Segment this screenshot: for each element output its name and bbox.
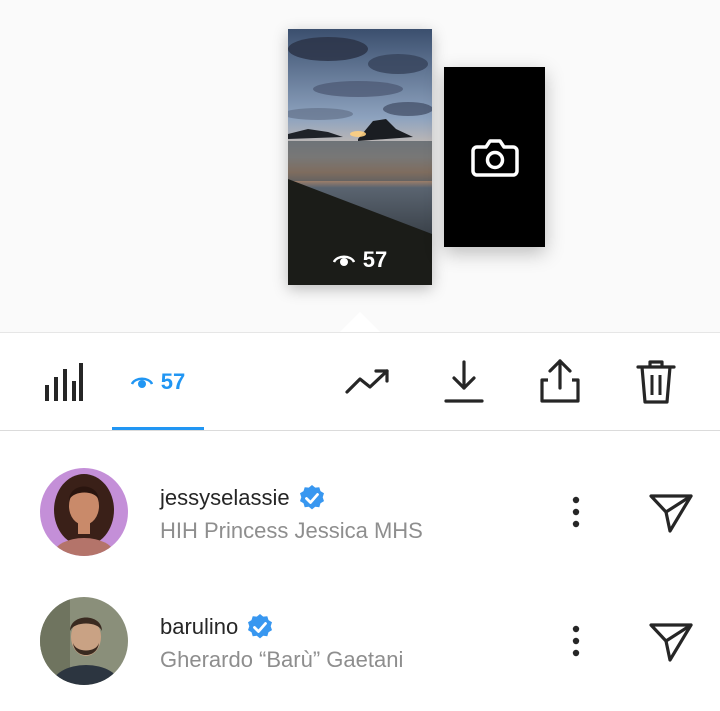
verified-badge-icon [299, 485, 324, 510]
send-icon [649, 494, 693, 533]
selection-pointer [339, 312, 381, 333]
username-row: jessyselassie [160, 484, 326, 512]
verified-badge-icon [248, 614, 273, 639]
more-options-button[interactable] [560, 621, 592, 661]
camera-icon [470, 139, 519, 177]
username[interactable]: barulino [160, 614, 238, 640]
viewer-row[interactable]: jessyselassie HIH Princess Jessica MHS [0, 454, 720, 582]
send-message-button[interactable] [646, 490, 696, 536]
more-vertical-icon [572, 625, 580, 657]
insights-icon [45, 363, 83, 401]
username[interactable]: jessyselassie [160, 485, 290, 511]
viewer-row[interactable]: barulino Gherardo “Barù” Gaetani [0, 583, 720, 711]
avatar[interactable] [40, 597, 128, 685]
story-thumbnail[interactable]: 57 [288, 29, 432, 285]
delete-button[interactable] [634, 357, 678, 407]
new-story-card[interactable] [444, 67, 545, 247]
thumbnail-view-count: 57 [288, 247, 432, 273]
avatar[interactable] [40, 468, 128, 556]
share-icon [540, 359, 580, 403]
more-options-button[interactable] [560, 492, 592, 532]
download-button[interactable] [442, 359, 486, 405]
story-preview-area: 57 [0, 0, 720, 333]
download-icon [444, 360, 484, 403]
share-button[interactable] [538, 357, 582, 405]
eye-icon [332, 255, 355, 266]
story-toolbar: 57 [0, 332, 720, 431]
full-name: Gherardo “Barù” Gaetani [160, 647, 404, 672]
eye-icon [130, 377, 153, 388]
insights-button[interactable] [40, 359, 86, 405]
promote-button[interactable] [344, 361, 392, 401]
tab-viewers[interactable]: 57 [112, 333, 204, 430]
trash-icon [636, 360, 676, 404]
more-vertical-icon [572, 496, 580, 528]
send-icon [649, 623, 693, 662]
thumbnail-view-count-text: 57 [362, 247, 388, 272]
full-name: HIH Princess Jessica MHS [160, 518, 423, 543]
username-row: barulino [160, 613, 274, 641]
tab-viewers-count: 57 [160, 368, 186, 394]
send-message-button[interactable] [646, 619, 696, 665]
active-tab-indicator [112, 427, 204, 430]
trending-up-icon [345, 369, 389, 394]
